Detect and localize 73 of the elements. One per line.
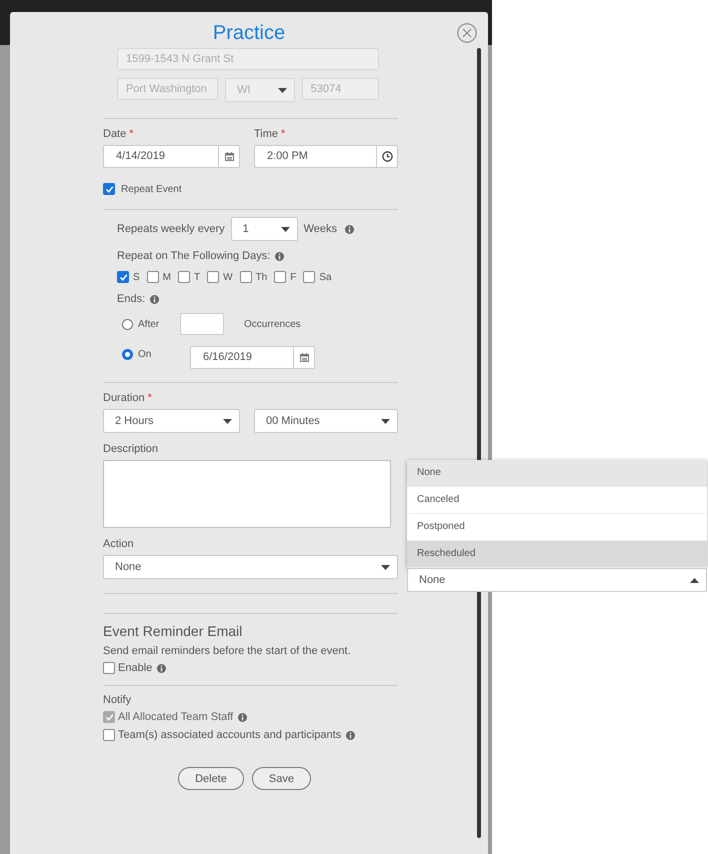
description-field[interactable] <box>103 460 391 528</box>
checkbox-label: All Allocated Team Staff <box>118 711 234 723</box>
required-mark: * <box>129 127 134 141</box>
field-label: Ends: <box>117 293 146 305</box>
required-mark: * <box>148 391 152 405</box>
dropdown-option[interactable]: Canceled <box>407 487 707 514</box>
caret-icon <box>381 564 390 570</box>
checkbox-label: Enable <box>118 662 152 674</box>
field-label: Repeat on The Following Days: <box>117 250 270 262</box>
day-label: Th <box>256 272 268 282</box>
checkbox[interactable] <box>117 271 129 283</box>
checkbox[interactable] <box>103 662 115 674</box>
day-label: S <box>133 272 140 282</box>
checkbox[interactable] <box>207 271 220 283</box>
section-heading: Event Reminder Email <box>103 623 244 641</box>
action-button[interactable]: Delete <box>178 767 244 790</box>
dialog-title: Practice <box>212 21 286 45</box>
checkbox-label: Repeat Event <box>121 184 182 194</box>
field-label: Notify <box>103 694 132 708</box>
checkbox[interactable] <box>240 271 252 283</box>
dropdown-option[interactable]: None <box>407 460 707 487</box>
info-icon <box>150 294 160 304</box>
checkbox[interactable] <box>178 271 190 283</box>
date-field[interactable]: 4/14/2019 <box>103 145 240 168</box>
checkbox-label: Team(s) associated accounts and participants <box>118 729 342 741</box>
minutes-select[interactable]: 00 Minutes <box>254 409 398 433</box>
interval-select[interactable]: 1 <box>230 217 298 241</box>
day-label: Sa <box>319 272 332 282</box>
dropdown-option[interactable]: Rescheduled <box>407 541 707 568</box>
checkbox[interactable] <box>274 271 286 283</box>
radio-button[interactable] <box>122 318 133 330</box>
info-icon <box>345 224 354 234</box>
field-label: Repeats weekly every <box>117 223 225 235</box>
caret-icon <box>280 226 290 232</box>
checkbox[interactable] <box>103 729 115 741</box>
day-label: F <box>290 272 296 282</box>
field-label: Date <box>103 127 126 141</box>
radio-label: After <box>138 318 160 330</box>
radio-button[interactable] <box>122 348 133 360</box>
day-label: M <box>162 272 172 282</box>
info-icon <box>238 712 248 722</box>
time-field[interactable]: 2:00 PM <box>254 145 398 168</box>
hours-select[interactable]: 2 Hours <box>103 409 240 433</box>
occurrences-field[interactable] <box>180 313 224 335</box>
caret-icon <box>223 418 232 424</box>
caret-icon <box>690 578 699 582</box>
day-label: T <box>194 272 200 282</box>
calendar-icon <box>224 152 234 161</box>
checkbox[interactable] <box>146 271 159 283</box>
caret-icon <box>381 418 390 424</box>
field-label: Time <box>254 127 278 141</box>
required-mark: * <box>281 127 286 141</box>
field-label: Duration <box>103 391 145 405</box>
action-select[interactable]: None <box>103 555 398 579</box>
checkbox[interactable] <box>303 271 316 283</box>
end-date-field[interactable]: 6/16/2019 <box>190 346 315 368</box>
clock-icon <box>382 151 392 162</box>
info-icon <box>157 664 166 672</box>
unit-label: Weeks <box>304 223 338 235</box>
info-icon <box>346 730 356 740</box>
caret-icon <box>278 88 287 92</box>
field-label: Occurrences <box>244 318 301 330</box>
day-label: W <box>223 272 233 282</box>
status-select[interactable]: None <box>407 568 707 592</box>
info-icon <box>275 252 284 260</box>
calendar-icon <box>300 352 308 362</box>
field-label: Action <box>103 537 134 551</box>
checkbox[interactable] <box>103 183 115 195</box>
action-button[interactable]: Save <box>252 767 311 790</box>
field-label: Description <box>103 442 158 456</box>
close-icon[interactable] <box>457 23 477 43</box>
section-text: Send email reminders before the start of the event. <box>103 645 352 659</box>
radio-label: On <box>138 348 152 360</box>
